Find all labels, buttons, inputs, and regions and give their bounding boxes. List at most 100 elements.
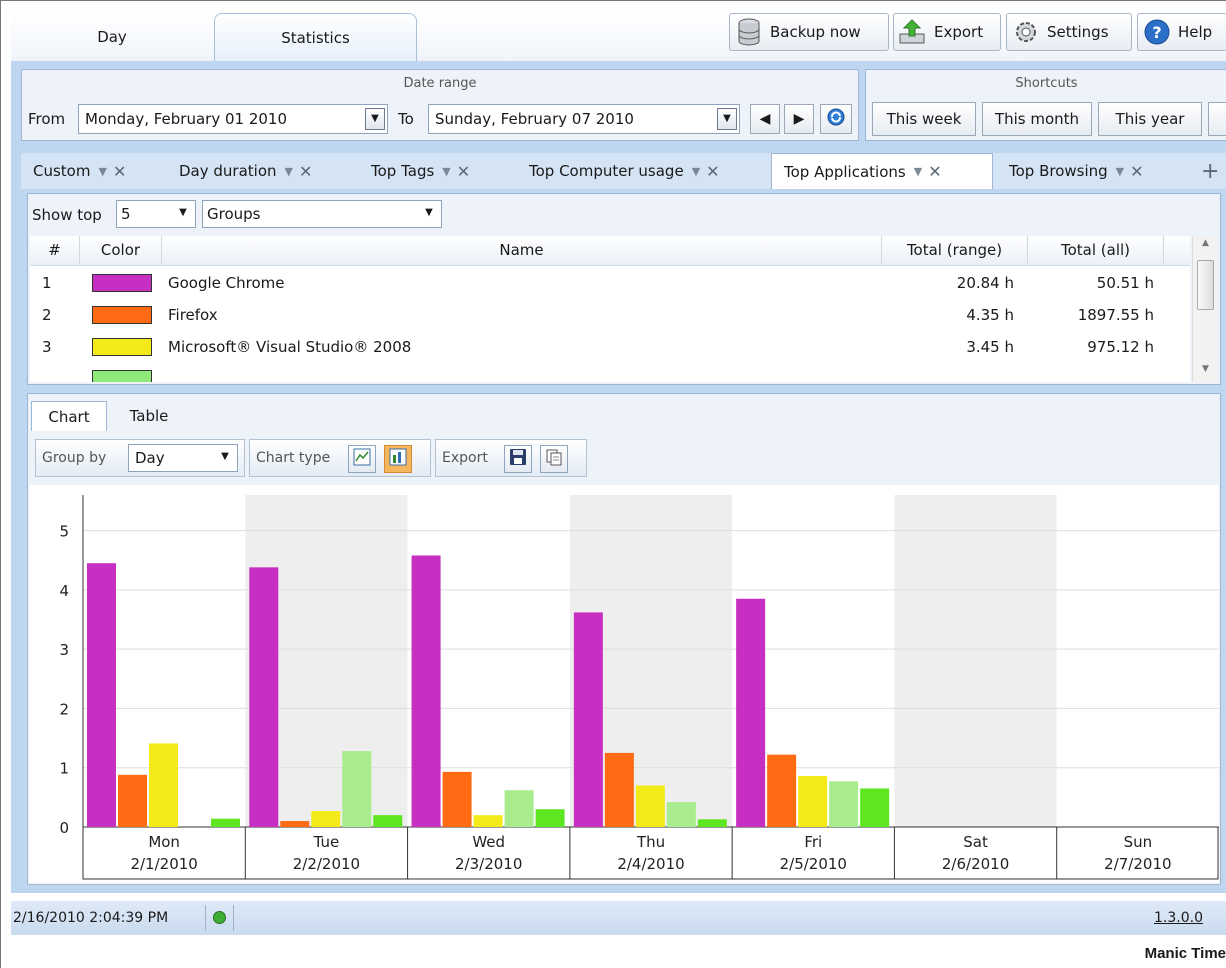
settings-button[interactable]: Settings [1006, 13, 1132, 51]
scroll-up-icon[interactable]: ▲ [1202, 238, 1209, 248]
from-date-picker[interactable]: Monday, February 01 2010 ▼ [78, 104, 388, 134]
table-row[interactable]: 1 Google Chrome 20.84 h 50.51 h [30, 267, 1190, 299]
column-header-total-range[interactable]: Total (range) [882, 236, 1028, 266]
table-row[interactable]: 2 Firefox 4.35 h 1897.55 h [30, 299, 1190, 331]
tab-dropdown-icon[interactable]: ▼ [914, 165, 922, 178]
from-dropdown-icon[interactable]: ▼ [365, 108, 385, 130]
tab-top-applications-label: Top Applications [784, 162, 906, 181]
refresh-button[interactable] [820, 104, 852, 134]
tab-close-icon[interactable]: ✕ [928, 162, 941, 181]
scrollbar-thumb[interactable] [1197, 260, 1214, 310]
refresh-icon [826, 107, 846, 131]
group-by-toolbar: Group by Day ▼ [35, 439, 245, 477]
bar [697, 819, 727, 827]
bar [211, 818, 240, 827]
column-header-number[interactable]: # [30, 236, 80, 266]
group-by-label: Group by [42, 450, 107, 466]
database-icon [734, 17, 764, 47]
add-tab-icon[interactable]: + [1197, 153, 1226, 189]
tab-close-icon[interactable]: ✕ [299, 162, 312, 181]
table-row[interactable] [30, 363, 1190, 382]
status-datetime: 2/16/2010 2:04:39 PM [13, 910, 169, 926]
color-swatch [92, 274, 152, 292]
save-chart-button[interactable] [504, 445, 532, 473]
help-button[interactable]: ? Help [1137, 13, 1226, 51]
tab-close-icon[interactable]: ✕ [457, 162, 470, 181]
tab-chart-label: Chart [48, 407, 90, 426]
backup-now-button[interactable]: Backup now [729, 13, 889, 51]
x-tick-day-label: Mon [148, 833, 180, 851]
tab-day[interactable]: Day [11, 13, 213, 61]
column-header-total-all[interactable]: Total (all) [1028, 236, 1164, 266]
tab-dropdown-icon[interactable]: ▼ [692, 165, 700, 178]
bar [635, 785, 665, 827]
bar-chart-icon [389, 448, 407, 470]
tab-chart[interactable]: Chart [31, 401, 107, 431]
bar-chart: 0 1 2 3 4 5 Mon 2/1/2010 Tue 2/2/2010 Wed 2/3/2010 T… [59, 495, 1219, 880]
copy-chart-button[interactable] [540, 445, 568, 473]
column-header-name[interactable]: Name [162, 236, 882, 266]
bar [280, 821, 310, 827]
y-tick-label: 3 [59, 641, 69, 659]
tab-dropdown-icon[interactable]: ▼ [442, 165, 450, 178]
bar [87, 563, 116, 827]
row-total-all: 1897.55 h [1077, 306, 1154, 324]
show-top-select[interactable]: 5 ▼ [116, 200, 196, 228]
group-select[interactable]: Groups ▼ [202, 200, 442, 228]
to-dropdown-icon[interactable]: ▼ [717, 108, 737, 130]
tab-top-tags[interactable]: Top Tags ▼ ✕ [359, 153, 517, 189]
row-name: Firefox [168, 306, 218, 324]
export-button[interactable]: Export [893, 13, 1001, 51]
tab-statistics[interactable]: Statistics [214, 13, 417, 61]
bar [829, 781, 859, 827]
previous-range-button[interactable]: ◀ [750, 104, 780, 134]
tab-close-icon[interactable]: ✕ [706, 162, 719, 181]
column-header-color[interactable]: Color [80, 236, 162, 266]
this-year-button[interactable]: This year [1098, 102, 1202, 136]
status-divider [205, 905, 206, 931]
color-swatch [92, 338, 152, 356]
more-shortcuts-button[interactable] [1208, 102, 1226, 136]
this-week-button[interactable]: This week [872, 102, 976, 136]
bar [736, 598, 766, 827]
chart-type-toolbar: Chart type [249, 439, 431, 477]
area-chart-icon [353, 448, 371, 470]
tab-top-applications[interactable]: Top Applications ▼ ✕ [771, 153, 993, 189]
scroll-down-icon[interactable]: ▼ [1202, 364, 1209, 374]
next-range-button[interactable]: ▶ [784, 104, 814, 134]
x-tick-date-label: 2/7/2010 [1104, 855, 1171, 873]
tab-dropdown-icon[interactable]: ▼ [1116, 165, 1124, 178]
tab-custom[interactable]: Custom ▼ ✕ [21, 153, 167, 189]
table-scrollbar[interactable]: ▲ ▼ [1192, 236, 1218, 382]
row-number: 1 [42, 274, 52, 292]
x-tick-date-label: 2/3/2010 [455, 855, 522, 873]
row-total-range: 3.45 h [966, 338, 1014, 356]
tab-dropdown-icon[interactable]: ▼ [98, 165, 106, 178]
y-tick-label: 4 [59, 582, 69, 600]
tab-top-computer-usage[interactable]: Top Computer usage ▼ ✕ [517, 153, 769, 189]
bar [373, 815, 403, 827]
tab-close-icon[interactable]: ✕ [113, 162, 126, 181]
tab-day-duration[interactable]: Day duration ▼ ✕ [167, 153, 357, 189]
shortcuts-title: Shortcuts [1015, 76, 1078, 91]
area-chart-button[interactable] [348, 445, 376, 473]
tab-top-browsing[interactable]: Top Browsing ▼ ✕ [997, 153, 1201, 189]
show-top-label: Show top [32, 206, 102, 224]
table-row[interactable]: 3 Microsoft® Visual Studio® 2008 3.45 h … [30, 331, 1190, 363]
group-by-select[interactable]: Day ▼ [128, 444, 238, 472]
status-bar: 2/16/2010 2:04:39 PM 1.3.0.0 [11, 901, 1226, 935]
x-tick-date-label: 2/4/2010 [617, 855, 684, 873]
tab-dropdown-icon[interactable]: ▼ [285, 165, 293, 178]
this-week-label: This week [886, 110, 962, 128]
show-top-value: 5 [121, 205, 131, 223]
this-month-button[interactable]: This month [982, 102, 1092, 136]
bar-chart-button[interactable] [384, 445, 412, 473]
tab-close-icon[interactable]: ✕ [1130, 162, 1143, 181]
x-tick-date-label: 2/2/2010 [293, 855, 360, 873]
x-tick-day-label: Wed [472, 833, 505, 851]
tab-statistics-label: Statistics [281, 28, 350, 47]
to-date-picker[interactable]: Sunday, February 07 2010 ▼ [428, 104, 740, 134]
svg-text:?: ? [1152, 23, 1161, 42]
tab-table[interactable]: Table [111, 401, 187, 431]
version-link[interactable]: 1.3.0.0 [1154, 910, 1203, 926]
